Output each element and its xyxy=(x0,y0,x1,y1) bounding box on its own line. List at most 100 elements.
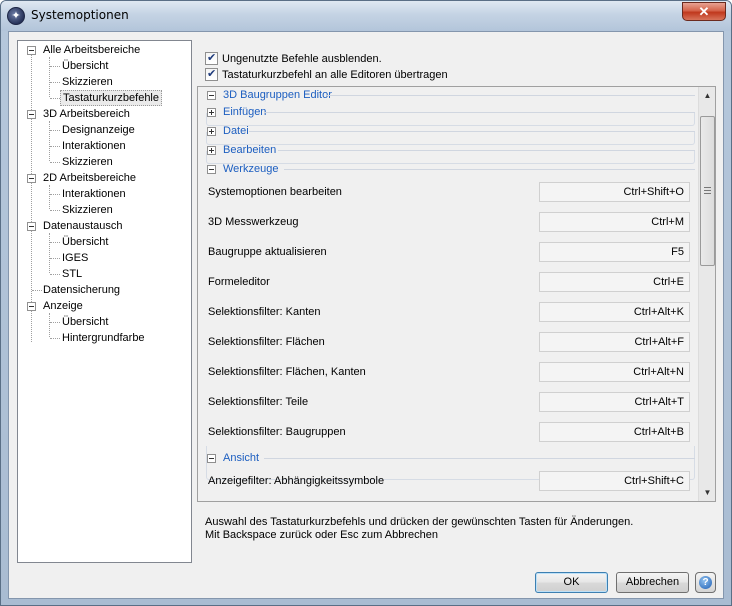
options-tree[interactable]: Alle Arbeitsbereiche Übersicht Skizzieren T… xyxy=(17,40,192,563)
transfer-all-checkbox[interactable] xyxy=(205,67,218,81)
shortcut-row[interactable]: Anzeigefilter: Abhängigkeitssymbole Ctrl+… xyxy=(208,471,696,493)
shortcut-scrollbar[interactable]: ▲ ▼ xyxy=(698,87,715,501)
grip-icon xyxy=(704,187,711,194)
collapse-icon[interactable] xyxy=(207,91,216,100)
app-logo-icon: ✦ xyxy=(7,7,25,25)
shortcut-row[interactable]: Selektionsfilter: Kanten Ctrl+Alt+K xyxy=(208,302,696,324)
window-title: Systemoptionen xyxy=(31,8,129,22)
shortcut-row[interactable]: Selektionsfilter: Flächen Ctrl+Alt+F xyxy=(208,332,696,354)
tree-item[interactable]: Hintergrundfarbe xyxy=(18,330,191,346)
tree-item[interactable]: Anzeige xyxy=(18,298,191,314)
scroll-down-icon[interactable]: ▼ xyxy=(699,484,716,501)
tree-item-label: Interaktionen xyxy=(62,140,126,152)
shortcut-row[interactable]: Selektionsfilter: Baugruppen Ctrl+Alt+B xyxy=(208,422,696,444)
tree-item-label: Skizzieren xyxy=(62,204,113,216)
tree-item[interactable]: Übersicht xyxy=(18,234,191,250)
tree-item-label: Skizzieren xyxy=(62,76,113,88)
tree-item[interactable]: Übersicht xyxy=(18,314,191,330)
tree-collapse-icon[interactable] xyxy=(27,222,36,231)
tree-collapse-icon[interactable] xyxy=(27,110,36,119)
transfer-all-label: Tastaturkurzbefehl an alle Editoren über… xyxy=(222,69,448,81)
cancel-button[interactable]: Abbrechen xyxy=(616,572,689,593)
hide-unused-option[interactable]: Ungenutzte Befehle ausblenden. xyxy=(205,51,395,66)
tree-connector xyxy=(50,66,60,67)
command-name: Baugruppe aktualisieren xyxy=(208,246,327,258)
shortcut-field[interactable]: Ctrl+M xyxy=(539,212,690,232)
dialog-client-area: Alle Arbeitsbereiche Übersicht Skizzieren T… xyxy=(8,31,724,599)
group-ansicht[interactable]: Ansicht xyxy=(202,451,695,467)
instruction-line-1: Auswahl des Tastaturkurzbefehls und drüc… xyxy=(205,516,634,528)
tree-item[interactable]: Datenaustausch xyxy=(18,218,191,234)
shortcut-row[interactable]: Formeleditor Ctrl+E xyxy=(208,272,696,294)
group-werkzeuge[interactable]: Werkzeuge xyxy=(202,162,695,178)
tree-item[interactable]: Interaktionen xyxy=(18,186,191,202)
command-name: Selektionsfilter: Teile xyxy=(208,396,309,408)
shortcut-row[interactable]: 3D Messwerkzeug Ctrl+M xyxy=(208,212,696,234)
help-icon: ? xyxy=(699,576,712,589)
tree-item-label: Skizzieren xyxy=(62,156,113,168)
tree-item[interactable]: Designanzeige xyxy=(18,122,191,138)
group-divider xyxy=(284,169,695,170)
tree-connector xyxy=(50,146,60,147)
shortcut-field[interactable]: Ctrl+Alt+T xyxy=(539,392,690,412)
shortcut-field[interactable]: Ctrl+Shift+C xyxy=(539,471,690,491)
title-bar[interactable]: ✦ Systemoptionen ✕ xyxy=(1,1,731,31)
tree-item[interactable]: Alle Arbeitsbereiche xyxy=(18,42,191,58)
command-name: 3D Messwerkzeug xyxy=(208,216,299,228)
tree-item[interactable]: 2D Arbeitsbereiche xyxy=(18,170,191,186)
systemoptionen-dialog: ✦ Systemoptionen ✕ Alle Arbeitsbereiche Ü… xyxy=(0,0,732,606)
shortcut-field[interactable]: Ctrl+Alt+B xyxy=(539,422,690,442)
tree-connector xyxy=(50,322,60,323)
close-button[interactable]: ✕ xyxy=(682,2,726,21)
tree-item-label: STL xyxy=(62,268,83,280)
group-title: Ansicht xyxy=(223,452,260,464)
collapse-icon[interactable] xyxy=(207,454,216,463)
tree-item[interactable]: 3D Arbeitsbereich xyxy=(18,106,191,122)
tree-item[interactable]: STL xyxy=(18,266,191,282)
shortcut-field[interactable]: Ctrl+E xyxy=(539,272,690,292)
tree-item-label: Übersicht xyxy=(62,60,109,72)
hide-unused-checkbox[interactable] xyxy=(205,51,218,65)
collapse-icon[interactable] xyxy=(207,165,216,174)
shortcut-field[interactable]: Ctrl+Alt+N xyxy=(539,362,690,382)
scroll-up-icon[interactable]: ▲ xyxy=(699,87,716,104)
tree-item-label: Datenaustausch xyxy=(43,220,123,232)
tree-connector xyxy=(50,162,60,163)
shortcut-row[interactable]: Selektionsfilter: Teile Ctrl+Alt+T xyxy=(208,392,696,414)
group-divider xyxy=(327,95,695,96)
tree-item[interactable]: Interaktionen xyxy=(18,138,191,154)
group-divider xyxy=(264,458,695,459)
help-button[interactable]: ? xyxy=(695,572,716,593)
shortcut-row[interactable]: Selektionsfilter: Flächen, Kanten Ctrl+Al… xyxy=(208,362,696,384)
shortcut-field[interactable]: Ctrl+Alt+K xyxy=(539,302,690,322)
group-3d-baugruppen-editor[interactable]: 3D Baugruppen Editor xyxy=(202,88,695,104)
shortcut-row[interactable]: Baugruppe aktualisieren F5 xyxy=(208,242,696,264)
transfer-all-option[interactable]: Tastaturkurzbefehl an alle Editoren über… xyxy=(205,67,465,82)
shortcut-field[interactable]: Ctrl+Alt+F xyxy=(539,332,690,352)
tree-item-label: Übersicht xyxy=(62,236,109,248)
tree-item[interactable]: Tastaturkurzbefehle xyxy=(18,90,191,106)
tree-item[interactable]: IGES xyxy=(18,250,191,266)
shortcut-field[interactable]: F5 xyxy=(539,242,690,262)
command-name: Anzeigefilter: Abhängigkeitssymbole xyxy=(208,475,385,487)
instruction-line-2: Mit Backspace zurück oder Esc zum Abbrec… xyxy=(205,529,438,541)
tree-item[interactable]: Datensicherung xyxy=(18,282,191,298)
tree-collapse-icon[interactable] xyxy=(27,174,36,183)
tree-item-label: 2D Arbeitsbereiche xyxy=(43,172,136,184)
tree-collapse-icon[interactable] xyxy=(27,302,36,311)
tree-item[interactable]: Skizzieren xyxy=(18,154,191,170)
tree-item-label: Hintergrundfarbe xyxy=(62,332,145,344)
command-name: Selektionsfilter: Kanten xyxy=(208,306,321,318)
tree-connector xyxy=(50,82,60,83)
scroll-thumb[interactable] xyxy=(700,116,715,266)
group-title: Werkzeuge xyxy=(223,163,279,175)
tree-collapse-icon[interactable] xyxy=(27,46,36,55)
tree-item[interactable]: Skizzieren xyxy=(18,202,191,218)
tree-item[interactable]: Skizzieren xyxy=(18,74,191,90)
shortcut-field[interactable]: Ctrl+Shift+O xyxy=(539,182,690,202)
shortcut-row[interactable]: Systemoptionen bearbeiten Ctrl+Shift+O xyxy=(208,182,696,204)
ok-button[interactable]: OK xyxy=(535,572,608,593)
tree-item[interactable]: Übersicht xyxy=(18,58,191,74)
tree-connector xyxy=(50,242,60,243)
tree-connector xyxy=(50,274,60,275)
